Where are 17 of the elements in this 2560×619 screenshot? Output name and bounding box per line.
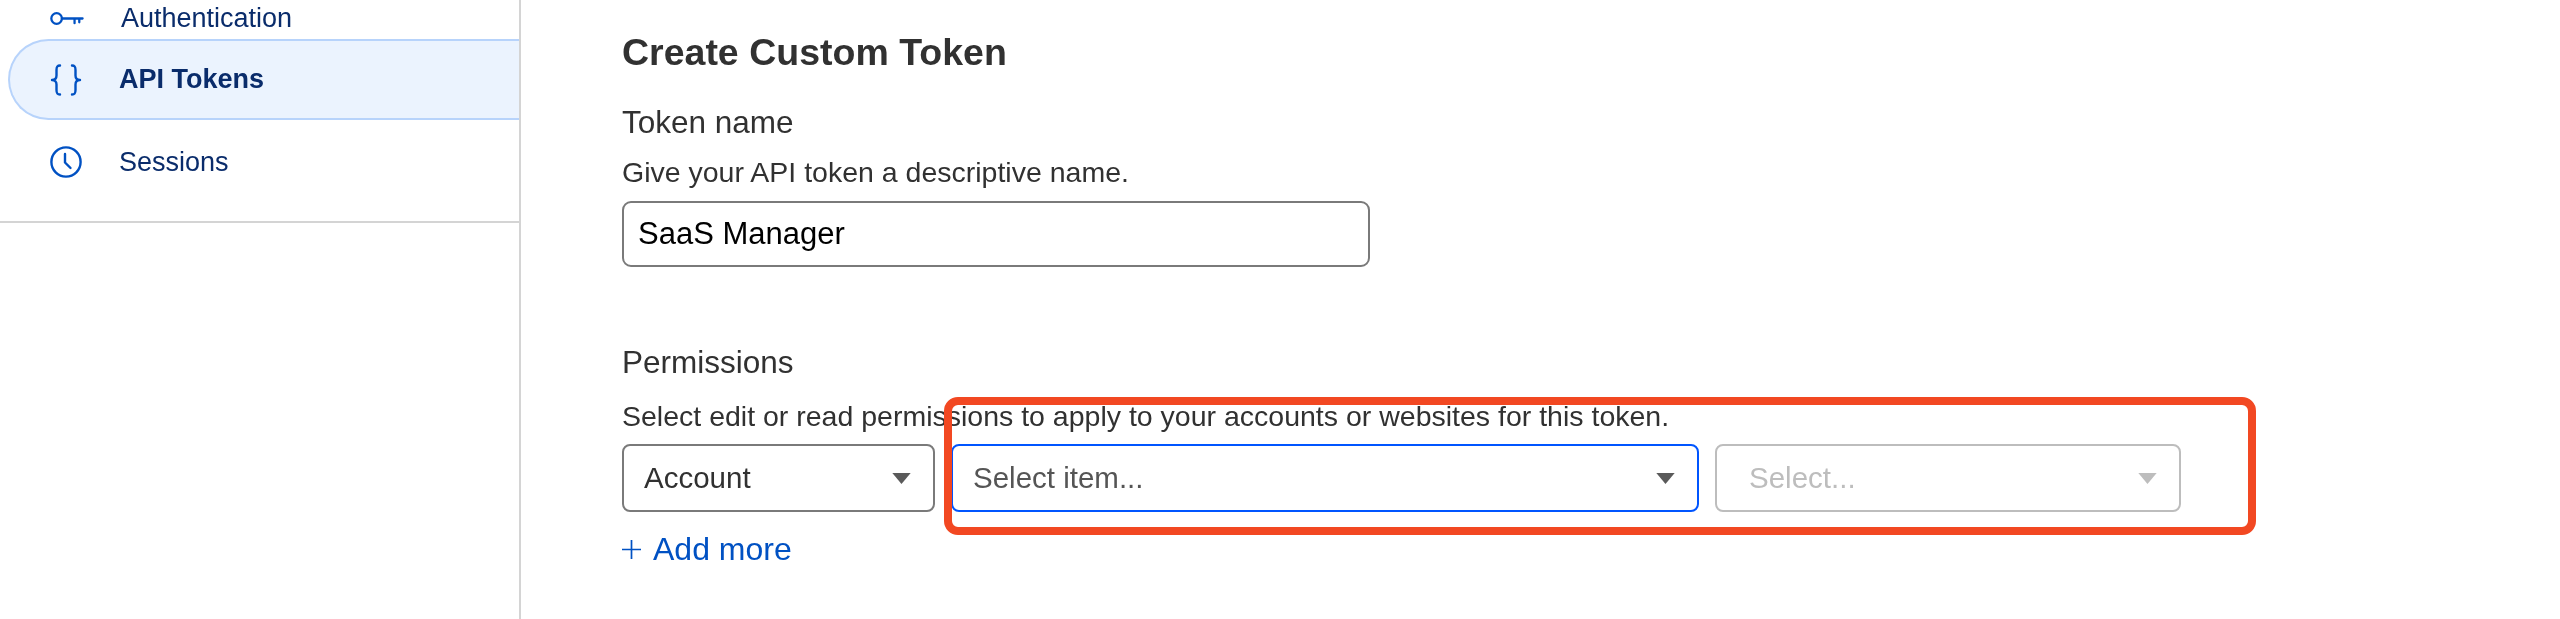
select-dropdown[interactable]: Account — [622, 444, 935, 512]
field-label: Permissions — [622, 344, 794, 380]
clock-icon — [50, 146, 82, 178]
sidebar-item[interactable]: Authentication — [8, 0, 519, 36]
braces-icon — [50, 63, 82, 96]
field-label: Token name — [622, 104, 794, 140]
caret-icon — [1656, 472, 1675, 484]
caret-icon — [2138, 472, 2157, 484]
sidebar-item[interactable]: Sessions — [8, 120, 519, 204]
caret-icon — [892, 472, 911, 484]
sidebar-item[interactable]: API Tokens — [8, 39, 519, 120]
field-description: Give your API token a descriptive name. — [622, 156, 1129, 188]
page-title: Create Custom Token — [622, 30, 1007, 74]
token-name-field[interactable]: SaaS Manager — [622, 201, 1370, 267]
add-more-link[interactable]: Add more — [622, 531, 792, 567]
plus-icon — [622, 539, 641, 559]
select-dropdown[interactable]: Select item... — [951, 444, 1699, 512]
